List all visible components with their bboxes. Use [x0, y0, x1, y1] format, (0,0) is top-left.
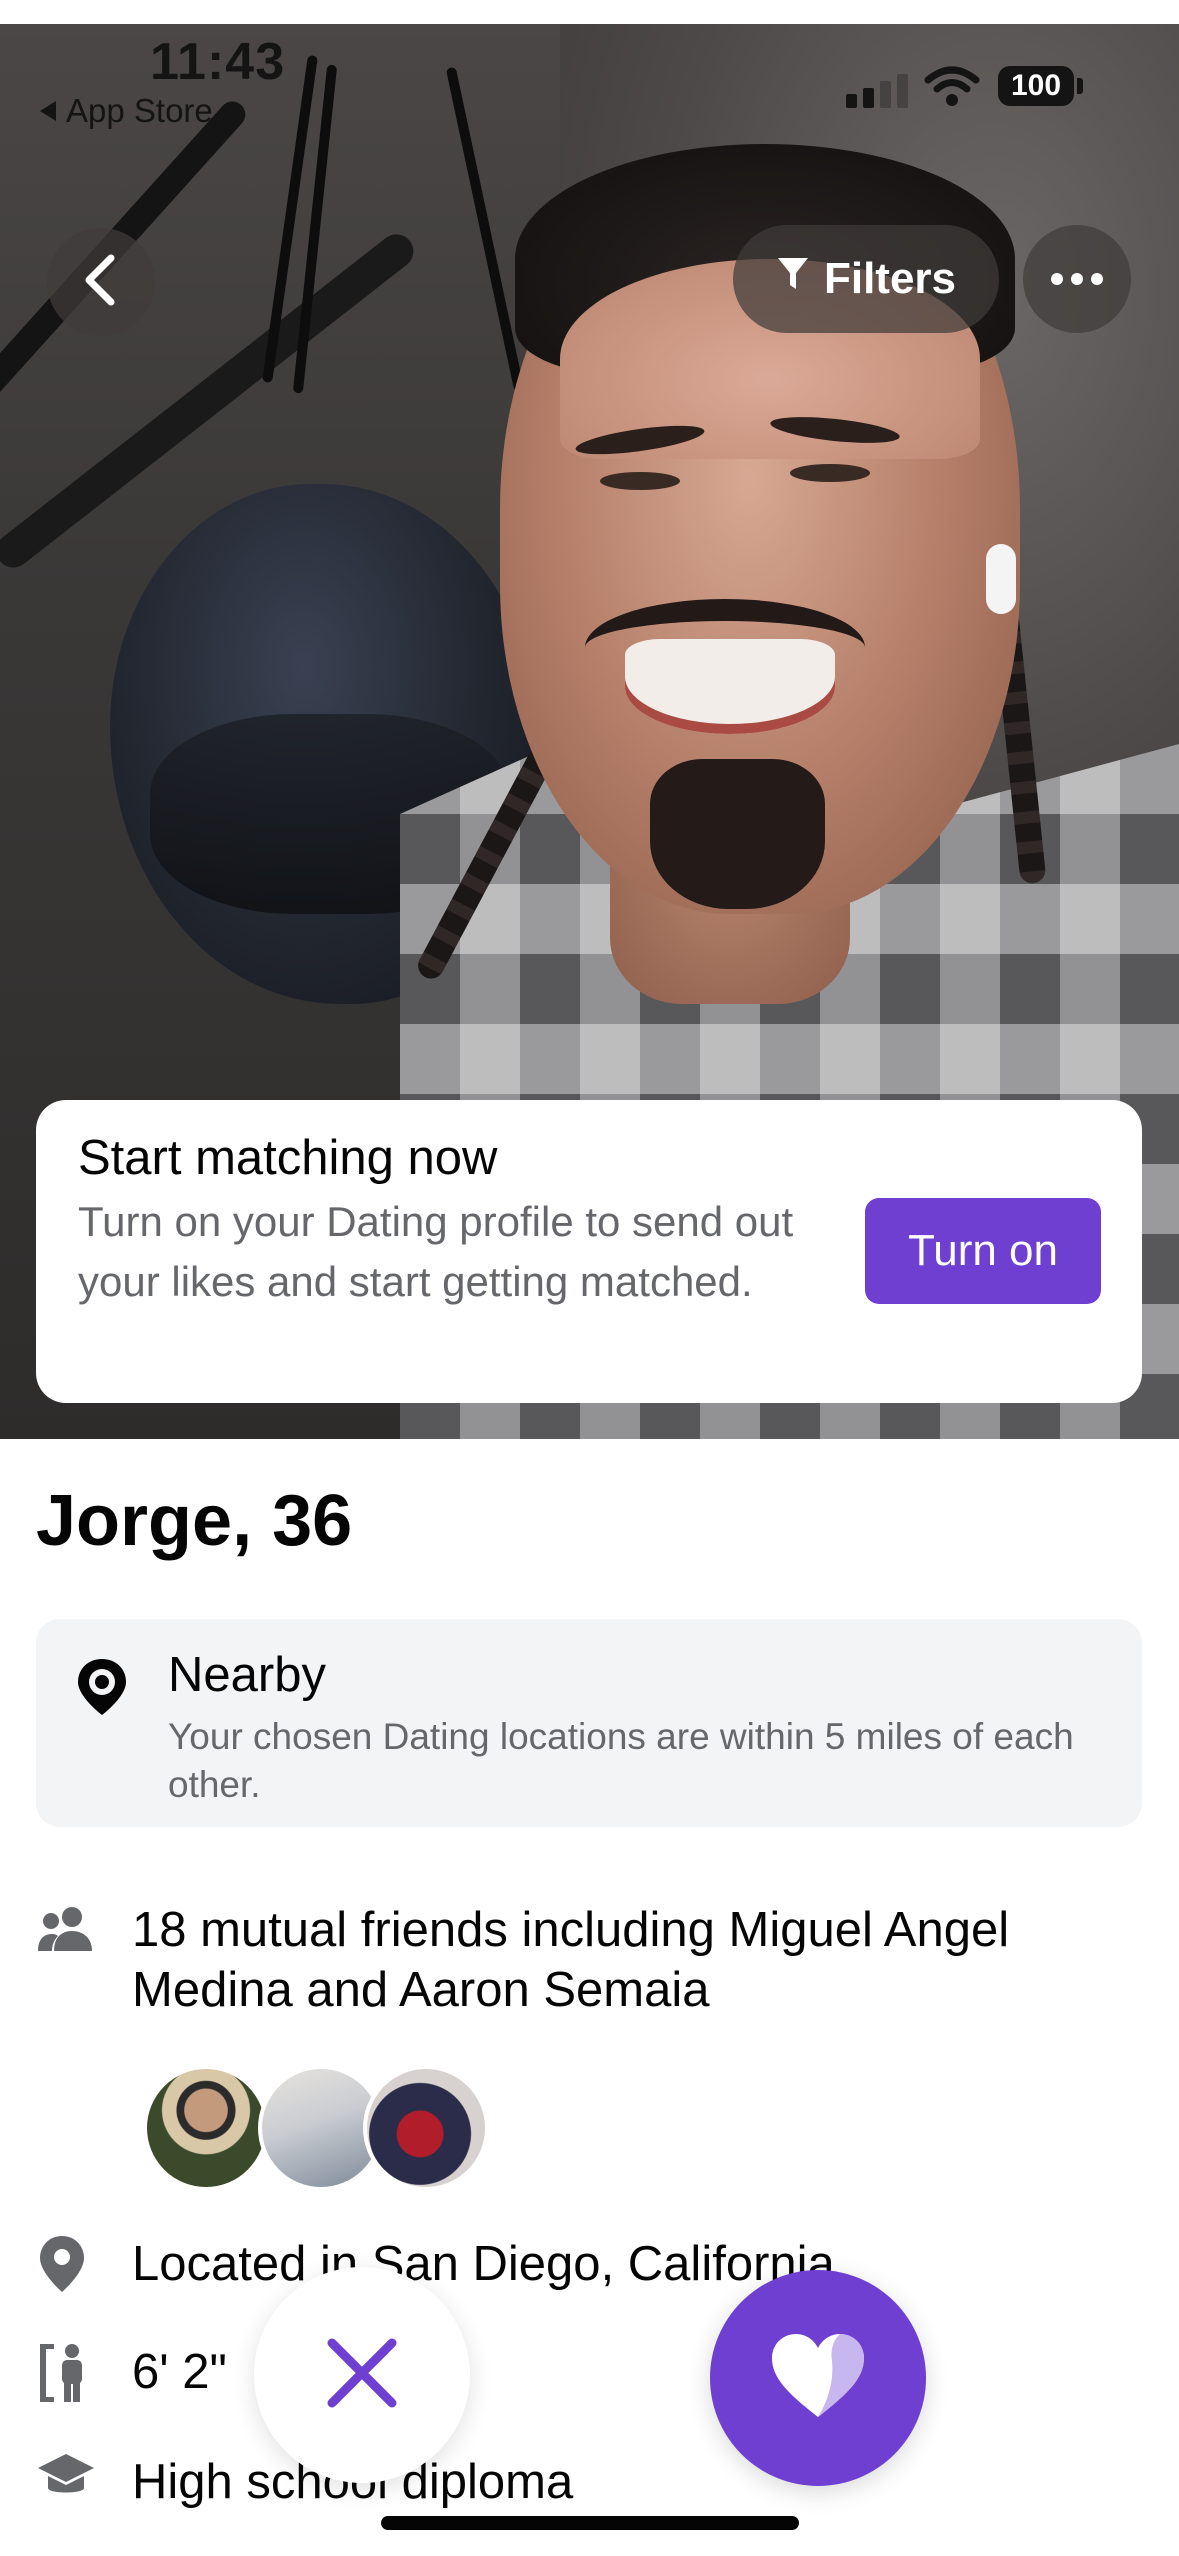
mutual-friend-avatar[interactable]	[363, 2065, 489, 2191]
wifi-icon	[924, 66, 980, 113]
status-back-label: App Store	[66, 92, 213, 129]
card-title: Start matching now	[78, 1131, 498, 1185]
back-chevron-icon	[81, 254, 121, 311]
filter-icon	[776, 254, 810, 304]
nearby-subtitle: Your chosen Dating locations are within …	[168, 1716, 1074, 1805]
close-icon	[322, 2333, 402, 2418]
mutual-friends-line1: 18 mutual friends including Miguel Angel	[132, 1903, 1010, 1957]
back-button[interactable]	[47, 228, 155, 336]
location-target-icon	[76, 1657, 128, 1722]
more-options-button[interactable]	[1023, 225, 1131, 333]
card-body: Turn on your Dating profile to send out …	[78, 1198, 794, 1305]
home-indicator	[381, 2516, 799, 2530]
more-icon	[1047, 273, 1107, 285]
location-text: Located in San Diego, California	[132, 2237, 835, 2291]
turn-on-button[interactable]: Turn on	[865, 1198, 1101, 1304]
location-pin-icon	[38, 2234, 86, 2299]
filters-button[interactable]: Filters	[733, 225, 999, 333]
status-time: 11:43	[150, 33, 286, 91]
like-button[interactable]	[710, 2270, 926, 2486]
back-triangle-icon	[38, 92, 58, 130]
heart-icon	[768, 2331, 868, 2426]
battery-indicator: 100	[998, 66, 1074, 106]
mutual-friends-line2: Medina and Aaron Semaia	[132, 1963, 710, 2017]
mutual-friend-avatar[interactable]	[143, 2065, 269, 2191]
filters-label: Filters	[823, 254, 957, 303]
friends-icon	[36, 1905, 96, 1960]
cellular-signal-icon	[846, 74, 908, 108]
nearby-card: Nearby Your chosen Dating locations are …	[36, 1619, 1142, 1827]
start-matching-card: Start matching now Turn on your Dating p…	[36, 1100, 1142, 1403]
height-text: 6' 2"	[132, 2345, 227, 2399]
nearby-title: Nearby	[168, 1648, 326, 1702]
pass-button[interactable]	[254, 2267, 470, 2483]
height-icon	[38, 2342, 90, 2409]
profile-name-age: Jorge, 36	[36, 1481, 353, 1561]
education-icon	[36, 2452, 96, 2507]
status-back-link[interactable]: App Store	[38, 92, 213, 130]
